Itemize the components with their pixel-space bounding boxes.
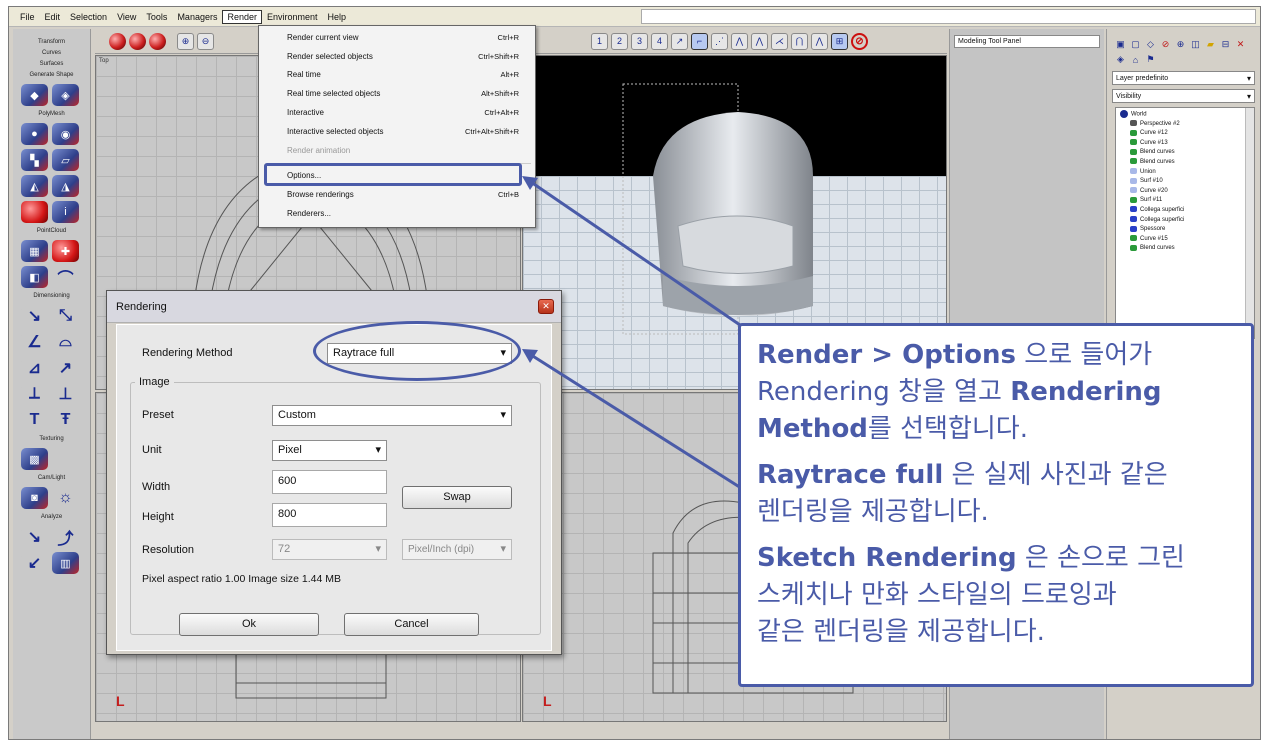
callout-line-6: Sketch Rendering 은 손으로 그린	[757, 543, 1185, 573]
callout-line-4: Raytrace full 은 실제 사진과 같은	[757, 460, 1168, 490]
callout-line-2: Rendering 창을 열고 Rendering	[757, 377, 1162, 407]
callout-line-5: 렌더링을 제공합니다.	[757, 497, 989, 527]
callout-line-3: Method를 선택합니다.	[757, 414, 1028, 444]
callout-line-8: 같은 렌더링을 제공합니다.	[757, 617, 1045, 647]
callout-line-7: 스케치나 만화 스타일의 드로잉과	[757, 580, 1117, 610]
callout-line-1: Render > Options 으로 들어가	[757, 340, 1153, 370]
instruction-callout: Render > Options 으로 들어가 Rendering 창을 열고 …	[738, 323, 1254, 687]
